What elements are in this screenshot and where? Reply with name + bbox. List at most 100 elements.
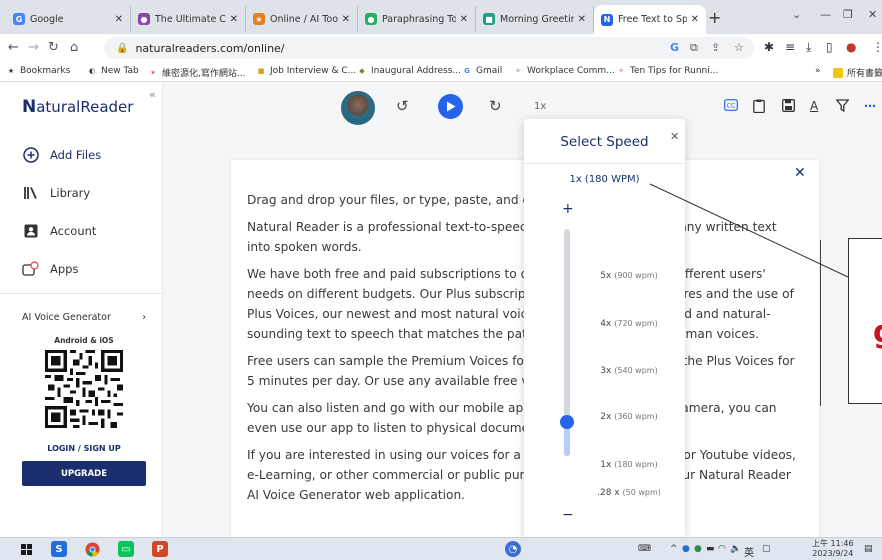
close-icon[interactable]: ✕: [342, 14, 350, 25]
new-tab-button[interactable]: +: [708, 8, 721, 27]
line-icon[interactable]: ▭: [118, 541, 134, 557]
speed-option-5x[interactable]: 5x (900 wpm): [584, 271, 674, 281]
tray-app-icon[interactable]: ●: [682, 544, 690, 554]
bookmark-item[interactable]: ✧ Ten Tips for Runni...: [616, 66, 718, 76]
bookmark-item[interactable]: ◐ New Tab: [87, 66, 139, 76]
translate-icon[interactable]: ⧉: [690, 41, 698, 55]
site-icon: ■: [483, 13, 495, 25]
forward-button[interactable]: →: [28, 40, 39, 55]
tray-app-icon[interactable]: ●: [694, 544, 702, 554]
close-popup-icon[interactable]: ✕: [670, 130, 679, 143]
sidebar: N aturalReader « Add Files Library Accou…: [0, 82, 163, 537]
bookmark-item[interactable]: ✶ 維密源化,寫作網站...: [148, 66, 245, 80]
bookmark-item[interactable]: ✧ Workplace Comm...: [513, 66, 615, 76]
collapse-sidebar-icon[interactable]: «: [149, 88, 156, 101]
reload-button[interactable]: ↻: [48, 40, 59, 55]
skype-icon[interactable]: S: [51, 541, 67, 557]
profile-avatar-icon[interactable]: ●: [846, 40, 856, 54]
ai-voice-generator-link[interactable]: AI Voice Generator ›: [22, 312, 146, 323]
tray-overflow-icon[interactable]: ^: [670, 544, 678, 554]
powerpoint-icon[interactable]: P: [152, 541, 168, 557]
close-icon[interactable]: ✕: [578, 14, 586, 25]
app-icon[interactable]: ◔: [505, 541, 521, 557]
upgrade-button[interactable]: UPGRADE: [22, 461, 146, 486]
tab-online-ai-tools[interactable]: ★ Online / AI Tools ✕: [246, 6, 358, 32]
back-button[interactable]: ←: [8, 40, 19, 55]
bookmarks-overflow-icon[interactable]: »: [815, 66, 821, 76]
keyboard-icon[interactable]: ⌨: [638, 544, 651, 554]
bookmark-item[interactable]: ■ Job Interview & C...: [256, 66, 357, 76]
reading-list-icon[interactable]: ≡: [785, 40, 795, 54]
closed-caption-icon[interactable]: CC: [724, 99, 738, 114]
naturalreader-logo[interactable]: N aturalReader: [22, 97, 133, 117]
decrease-speed-button[interactable]: −: [562, 507, 574, 523]
speed-option-3x[interactable]: 3x (540 wpm): [584, 366, 674, 376]
play-button[interactable]: [438, 94, 463, 119]
other-bookmarks[interactable]: 所有書籤: [833, 66, 882, 79]
tab-free-text-to-speech[interactable]: N Free Text to Spee ✕: [594, 5, 706, 34]
home-icon[interactable]: ⌂: [70, 40, 78, 55]
window-close-button[interactable]: ✕: [868, 8, 877, 21]
bookmark-star-icon[interactable]: ☆: [734, 41, 744, 54]
filter-icon[interactable]: [835, 99, 850, 115]
address-bar[interactable]: 🔒 naturalreaders.com/online/: [104, 37, 754, 59]
bookmark-label: Inaugural Address...: [371, 66, 461, 76]
clipboard-icon[interactable]: [753, 99, 765, 116]
sidebar-item-library[interactable]: Library: [22, 184, 90, 202]
tab-title: Free Text to Spee: [618, 14, 687, 25]
battery-icon[interactable]: ▬: [706, 544, 715, 554]
site-icon: ✧: [618, 67, 624, 75]
close-icon[interactable]: ✕: [115, 14, 123, 25]
minimize-button[interactable]: —: [820, 8, 831, 21]
ime-language[interactable]: 英: [744, 544, 754, 559]
logo-text: aturalReader: [36, 98, 134, 116]
system-clock[interactable]: 上午 11:46 2023/9/24: [812, 539, 854, 559]
ime-mode-icon[interactable]: ▢: [762, 544, 771, 554]
text-format-icon[interactable]: A: [810, 99, 818, 113]
google-lens-icon[interactable]: G: [670, 41, 679, 54]
tab-title: Paraphrasing Too: [382, 13, 456, 25]
maximize-button[interactable]: ❐: [843, 8, 853, 21]
bookmark-item[interactable]: ★ Bookmarks: [6, 66, 70, 76]
folder-icon: [833, 67, 843, 78]
more-options-icon[interactable]: ⋯: [864, 99, 876, 113]
extension-icon[interactable]: ✱: [764, 40, 774, 54]
windows-start-icon[interactable]: [18, 541, 34, 557]
speed-slider-thumb[interactable]: [560, 415, 574, 429]
bookmark-item[interactable]: ◆ Inaugural Address...: [357, 66, 461, 76]
close-icon[interactable]: ✕: [691, 14, 699, 25]
clock-date: 2023/9/24: [812, 549, 854, 558]
speed-option-0-28x[interactable]: .28 x (50 wpm): [584, 488, 674, 498]
tab-ultimate-chat[interactable]: ● The Ultimate Cha ✕: [131, 6, 246, 32]
side-panel-icon[interactable]: ▯: [826, 40, 833, 54]
close-icon[interactable]: ✕: [460, 14, 468, 25]
share-icon[interactable]: ⇪: [711, 41, 720, 54]
volume-icon[interactable]: 🔈: [730, 544, 741, 554]
rewind-icon[interactable]: ↺: [396, 97, 409, 115]
save-icon[interactable]: [782, 99, 795, 115]
speed-option-4x[interactable]: 4x (720 wpm): [584, 319, 674, 329]
close-document-icon[interactable]: ✕: [794, 165, 806, 181]
close-icon[interactable]: ✕: [230, 14, 238, 25]
increase-speed-button[interactable]: +: [562, 201, 574, 217]
download-icon[interactable]: ⤓: [806, 40, 811, 55]
sidebar-item-apps[interactable]: Apps: [22, 260, 78, 278]
menu-kebab-icon[interactable]: ⋮: [872, 40, 882, 54]
login-signup-link[interactable]: LOGIN / SIGN UP: [22, 444, 146, 453]
tab-paraphrasing-tool[interactable]: ● Paraphrasing Too ✕: [358, 6, 476, 32]
notification-icon[interactable]: ▤: [864, 544, 873, 554]
speed-rate: 4x: [600, 319, 612, 329]
speed-option-2x[interactable]: 2x (360 wpm): [584, 412, 674, 422]
tab-morning-greeting[interactable]: ■ Morning Greeting ✕: [476, 6, 594, 32]
speed-button[interactable]: 1x: [534, 101, 546, 112]
tab-google[interactable]: G Google ✕: [6, 6, 131, 32]
speed-option-1x[interactable]: 1x (180 wpm): [584, 460, 674, 470]
sidebar-item-account[interactable]: Account: [22, 222, 96, 240]
wifi-icon[interactable]: ◠: [718, 544, 726, 554]
chrome-icon[interactable]: [84, 541, 100, 557]
forward-skip-icon[interactable]: ↻: [489, 97, 502, 115]
tab-search-icon[interactable]: ⌄: [792, 8, 801, 21]
sidebar-item-add-files[interactable]: Add Files: [22, 146, 101, 164]
bookmark-item[interactable]: G Gmail: [462, 66, 502, 76]
voice-avatar[interactable]: [341, 91, 375, 125]
